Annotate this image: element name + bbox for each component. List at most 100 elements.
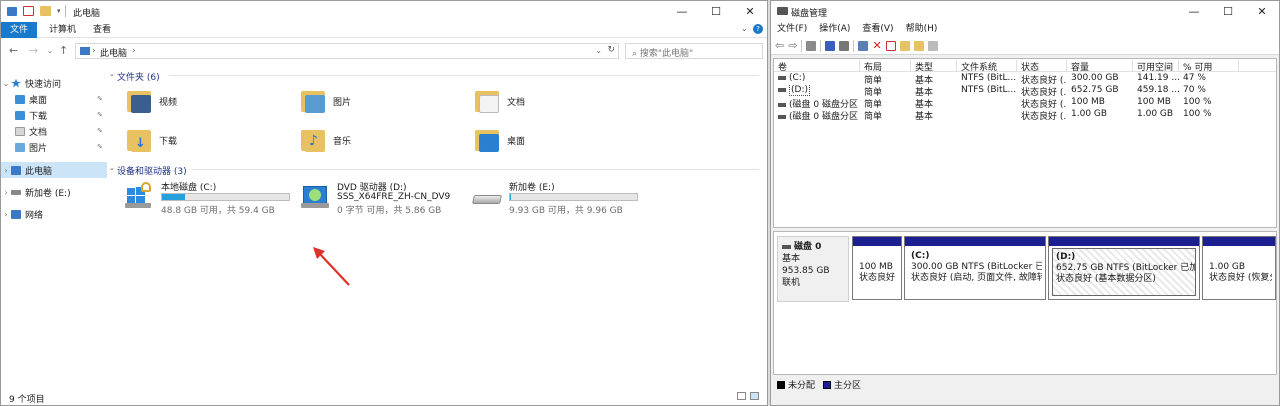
nav-new-volume[interactable]: › 新加卷 (E:) xyxy=(1,184,107,200)
drive-d[interactable]: DVD 驱动器 (D:) SSS_X64FRE_ZH-CN_DV9 0 字节 可… xyxy=(301,180,471,216)
expand-ribbon-icon[interactable]: ⌄ xyxy=(741,24,748,33)
customize-quick-access-icon[interactable]: ▾ xyxy=(57,7,61,15)
partition-color-bar xyxy=(1203,237,1275,246)
connect-drive-icon[interactable] xyxy=(858,40,869,51)
properties-icon[interactable] xyxy=(23,6,34,16)
type-cell: 基本 xyxy=(915,112,934,121)
devices-section-header[interactable]: 设备和驱动器 (3) xyxy=(117,164,187,177)
nav-network[interactable]: › 网络 xyxy=(1,206,107,222)
menu-view[interactable]: 查看(V) xyxy=(862,22,893,37)
pin-icon: ✎ xyxy=(97,127,103,135)
partition-title xyxy=(1209,251,1269,262)
breadcrumb-this-pc[interactable]: 此电脑 xyxy=(100,46,127,59)
maximize-button[interactable]: ☐ xyxy=(1211,1,1245,21)
legend-primary: 主分区 xyxy=(823,378,861,391)
close-button[interactable]: ✕ xyxy=(1245,1,1279,21)
folder-downloads[interactable]: ↓ 下载 xyxy=(127,128,177,152)
partition-recovery[interactable]: 1.00 GB 状态良好 (恢复分 xyxy=(1202,236,1276,300)
partition-efi[interactable]: 100 MB 状态良好 (E xyxy=(852,236,902,300)
volume-row[interactable]: (磁盘 0 磁盘分区 1) 简单 基本 状态良好 (... 100 MB 100… xyxy=(774,97,1276,109)
details-view-icon[interactable] xyxy=(737,392,746,400)
help-icon[interactable] xyxy=(825,40,836,51)
nav-pinned-documents[interactable]: 文档 ✎ xyxy=(1,123,107,139)
search-volume-icon[interactable] xyxy=(913,40,924,51)
percent-free-cell: 100 % xyxy=(1183,97,1212,107)
check-icon[interactable] xyxy=(885,40,896,51)
nav-pinned-desktop[interactable]: 桌面 ✎ xyxy=(1,91,107,107)
tab-computer[interactable]: 计算机 xyxy=(49,22,76,38)
volume-list: 卷 布局 类型 文件系统 状态 容量 可用空间 % 可用 (C:) 简单 基本 … xyxy=(773,58,1277,228)
collapse-arrow-icon[interactable]: › xyxy=(1,210,11,219)
help-icon[interactable]: ? xyxy=(753,24,763,34)
col-capacity[interactable]: 容量 xyxy=(1067,60,1133,72)
col-volume[interactable]: 卷 xyxy=(774,60,860,72)
col-layout[interactable]: 布局 xyxy=(860,60,911,72)
partition-body: (C:) 300.00 GB NTFS (BitLocker 已加密) 状态良好… xyxy=(908,248,1042,296)
folder-pictures[interactable]: 图片 xyxy=(301,89,351,113)
large-icons-view-icon[interactable] xyxy=(750,392,759,400)
back-icon[interactable]: ⇦ xyxy=(775,39,784,52)
maximize-button[interactable]: ☐ xyxy=(699,1,733,21)
drive-e[interactable]: 新加卷 (E:) 9.93 GB 可用，共 9.96 GB xyxy=(472,180,643,216)
forward-button[interactable]: → xyxy=(29,44,38,57)
type-cell: 基本 xyxy=(915,76,934,85)
folder-videos[interactable]: 视频 xyxy=(127,89,177,113)
address-dropdown-icon[interactable]: ⌄ xyxy=(595,46,602,55)
col-status[interactable]: 状态 xyxy=(1017,60,1067,72)
folder-documents[interactable]: 文档 xyxy=(475,89,525,113)
nav-quick-access[interactable]: ⌄ 快速访问 xyxy=(1,75,107,91)
forward-icon[interactable]: ⇨ xyxy=(788,39,797,52)
address-bar[interactable]: › 此电脑 › ⌄ ↻ xyxy=(75,43,619,59)
collapse-arrow-icon[interactable]: › xyxy=(1,188,11,197)
collapse-arrow-icon[interactable]: › xyxy=(1,166,11,175)
search-input[interactable]: ⌕ 搜索"此电脑" xyxy=(625,43,763,59)
menu-help[interactable]: 帮助(H) xyxy=(906,22,938,37)
menu-action[interactable]: 操作(A) xyxy=(819,22,850,37)
refresh-icon[interactable]: ↻ xyxy=(607,45,615,55)
volume-row[interactable]: (磁盘 0 磁盘分区 5) 简单 基本 状态良好 (... 1.00 GB 1.… xyxy=(774,109,1276,121)
nav-pinned-downloads[interactable]: 下载 ✎ xyxy=(1,107,107,123)
new-folder-icon[interactable] xyxy=(40,6,51,16)
folder-desktop[interactable]: 桌面 xyxy=(475,128,525,152)
disk-0-label[interactable]: 磁盘 0 基本 953.85 GB 联机 xyxy=(777,236,849,302)
quick-access-toolbar: ▾ xyxy=(7,6,61,16)
minimize-button[interactable]: — xyxy=(1177,1,1211,21)
recent-locations-icon[interactable]: ⌄ xyxy=(47,47,53,55)
expand-arrow-icon[interactable]: ⌄ xyxy=(1,79,11,88)
volume-row[interactable]: (D:) 简单 基本 NTFS (BitL... 状态良好 (... 652.7… xyxy=(774,85,1276,97)
delete-icon[interactable]: ✕ xyxy=(872,39,881,52)
tab-file[interactable]: 文件 xyxy=(1,22,37,38)
col-percent-free[interactable]: % 可用 xyxy=(1179,60,1239,72)
folder-music[interactable]: ♪ 音乐 xyxy=(301,128,351,152)
drive-c[interactable]: 本地磁盘 (C:) 48.8 GB 可用，共 59.4 GB xyxy=(125,180,295,216)
properties-icon[interactable] xyxy=(839,40,850,51)
partition-d[interactable]: (D:) 652.75 GB NTFS (BitLocker 已加密) 状态良好… xyxy=(1048,236,1200,300)
folders-section-header[interactable]: 文件夹 (6) xyxy=(117,70,160,83)
nav-this-pc[interactable]: › 此电脑 xyxy=(1,162,107,178)
col-free-space[interactable]: 可用空间 xyxy=(1133,60,1179,72)
hard-drive-icon xyxy=(472,182,503,208)
console-tree-icon[interactable] xyxy=(806,40,817,51)
settings-icon[interactable] xyxy=(927,40,938,51)
section-collapse-icon[interactable]: ⌄ xyxy=(109,164,115,172)
nav-this-pc-label: 此电脑 xyxy=(25,166,53,177)
col-type[interactable]: 类型 xyxy=(911,60,957,72)
close-button[interactable]: ✕ xyxy=(733,1,767,21)
col-filesystem[interactable]: 文件系统 xyxy=(957,60,1017,72)
volume-name: (D:) xyxy=(789,85,810,96)
minimize-button[interactable]: — xyxy=(665,1,699,21)
legend-unallocated: 未分配 xyxy=(777,378,815,391)
breadcrumb-chevron-icon[interactable]: › xyxy=(132,46,136,56)
percent-free-cell: 70 % xyxy=(1183,85,1206,95)
up-button[interactable]: ↑ xyxy=(59,44,68,57)
new-volume-icon[interactable] xyxy=(899,40,910,51)
volume-row[interactable]: (C:) 简单 基本 NTFS (BitL... 状态良好 (... 300.0… xyxy=(774,73,1276,85)
volume-icon xyxy=(778,75,786,80)
nav-pinned-pictures[interactable]: 图片 ✎ xyxy=(1,139,107,155)
partition-title xyxy=(859,251,895,262)
partition-c[interactable]: (C:) 300.00 GB NTFS (BitLocker 已加密) 状态良好… xyxy=(904,236,1046,300)
back-button[interactable]: ← xyxy=(9,44,18,57)
tab-view[interactable]: 查看 xyxy=(93,22,111,38)
section-collapse-icon[interactable]: ⌄ xyxy=(109,70,115,78)
menu-file[interactable]: 文件(F) xyxy=(777,22,807,37)
